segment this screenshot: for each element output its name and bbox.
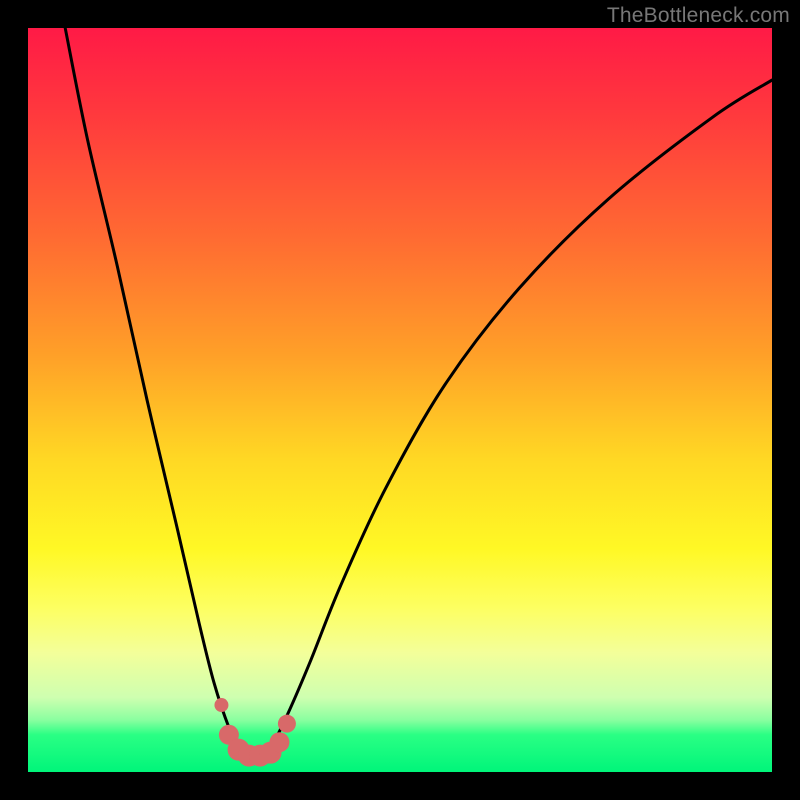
bottleneck-curve-path bbox=[65, 28, 772, 757]
sweet-spot-marker bbox=[278, 715, 296, 733]
sweet-spot-markers bbox=[214, 698, 295, 767]
curve-layer bbox=[28, 28, 772, 772]
sweet-spot-marker bbox=[214, 698, 228, 712]
watermark-text: TheBottleneck.com bbox=[607, 4, 790, 28]
sweet-spot-marker bbox=[269, 732, 289, 752]
bottleneck-curve bbox=[65, 28, 772, 757]
plot-area bbox=[28, 28, 772, 772]
chart-frame: TheBottleneck.com bbox=[0, 0, 800, 800]
